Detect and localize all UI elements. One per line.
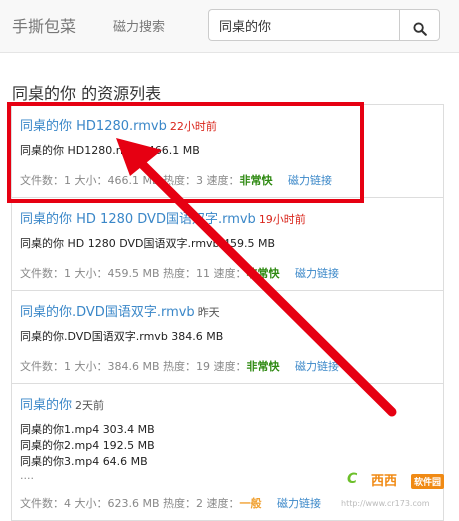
size-value: 384.6 MB: [107, 360, 160, 373]
search-input[interactable]: [208, 9, 399, 41]
speed-value: 非常快: [239, 174, 273, 187]
hotness-value: 19: [196, 360, 211, 373]
search-form: [208, 9, 440, 41]
result-time: 22小时前: [169, 120, 217, 133]
size-label: 大小：: [74, 360, 108, 373]
result-header: 同桌的你.DVD国语双字.rmvb 昨天: [20, 291, 435, 322]
result-header: 同桌的你 HD 1280 DVD国语双字.rmvb 19小时前: [20, 198, 435, 229]
result-time: 昨天: [197, 306, 220, 319]
result-time: 19小时前: [258, 213, 306, 226]
result-meta: 文件数：1 大小：466.1 MB 热度：3 速度：非常快 磁力链接: [20, 159, 435, 197]
file-count-label: 文件数：: [20, 360, 64, 373]
file-entry: 同桌的你 HD 1280 DVD国语双字.rmvb 459.5 MB: [20, 237, 276, 250]
hotness-value: 11: [196, 267, 211, 280]
size-label: 大小：: [74, 267, 108, 280]
size-value: 466.1 MB: [107, 174, 160, 187]
file-count-value: 1: [64, 267, 71, 280]
page-title: 同桌的你 的资源列表: [12, 84, 162, 103]
result-meta: 文件数：1 大小：459.5 MB 热度：11 速度：非常快 磁力链接: [20, 252, 435, 290]
file-count-value: 1: [64, 360, 71, 373]
speed-label: 速度：: [206, 174, 240, 187]
top-navbar: 手撕包菜 磁力搜索: [0, 0, 459, 53]
result-title-link[interactable]: 同桌的你 HD 1280 DVD国语双字.rmvb: [20, 212, 256, 227]
file-count-label: 文件数：: [20, 267, 64, 280]
size-value: 623.6 MB: [107, 497, 160, 510]
result-item-4: 同桌的你 2天前 同桌的你1.mp4 303.4 MB 同桌的你2.mp4 192.…: [11, 384, 444, 521]
result-item-3: 同桌的你.DVD国语双字.rmvb 昨天 同桌的你.DVD国语双字.rmvb 38…: [11, 291, 444, 384]
hotness-label: 热度：: [163, 267, 197, 280]
speed-value: 一般: [239, 497, 262, 510]
file-list: 同桌的你.DVD国语双字.rmvb 384.6 MB: [20, 329, 435, 345]
result-title-link[interactable]: 同桌的你.DVD国语双字.rmvb: [20, 305, 195, 320]
results-list: 同桌的你 HD1280.rmvb 22小时前 同桌的你 HD1280.rmvb 4…: [11, 104, 444, 521]
result-header: 同桌的你 HD1280.rmvb 22小时前: [20, 105, 435, 136]
file-list: 同桌的你 HD1280.rmvb 466.1 MB: [20, 143, 435, 159]
magnet-link[interactable]: 磁力链接: [277, 497, 321, 510]
result-item-2: 同桌的你 HD 1280 DVD国语双字.rmvb 19小时前 同桌的你 HD 1…: [11, 198, 444, 291]
file-entry: 同桌的你1.mp4 303.4 MB: [20, 423, 155, 436]
size-label: 大小：: [74, 497, 108, 510]
speed-label: 速度：: [213, 267, 247, 280]
result-item-1: 同桌的你 HD1280.rmvb 22小时前 同桌的你 HD1280.rmvb 4…: [11, 104, 444, 198]
hotness-label: 热度：: [163, 497, 197, 510]
file-count-label: 文件数：: [20, 497, 64, 510]
search-icon: [412, 22, 427, 36]
speed-value: 非常快: [246, 267, 280, 280]
hotness-value: 2: [196, 497, 204, 510]
file-count-value: 4: [64, 497, 71, 510]
magnet-link[interactable]: 磁力链接: [288, 174, 332, 187]
result-title-link[interactable]: 同桌的你 HD1280.rmvb: [20, 119, 167, 134]
hotness-label: 热度：: [163, 360, 197, 373]
nav-link-magnet-search[interactable]: 磁力搜索: [113, 16, 165, 35]
speed-label: 速度：: [206, 497, 240, 510]
result-time: 2天前: [75, 399, 105, 412]
hotness-value: 3: [196, 174, 204, 187]
file-list: 同桌的你1.mp4 303.4 MB 同桌的你2.mp4 192.5 MB 同桌的你…: [20, 422, 435, 482]
file-count-label: 文件数：: [20, 174, 64, 187]
file-entry: 同桌的你3.mp4 64.6 MB: [20, 455, 148, 468]
speed-value: 非常快: [246, 360, 280, 373]
brand-logo-text[interactable]: 手撕包菜: [12, 13, 76, 37]
magnet-link[interactable]: 磁力链接: [295, 267, 339, 280]
result-meta: 文件数：1 大小：384.6 MB 热度：19 速度：非常快 磁力链接: [20, 345, 435, 383]
file-entry: 同桌的你 HD1280.rmvb 466.1 MB: [20, 144, 200, 157]
file-entry: 同桌的你.DVD国语双字.rmvb 384.6 MB: [20, 330, 224, 343]
speed-label: 速度：: [213, 360, 247, 373]
file-count-value: 1: [64, 174, 71, 187]
magnet-link[interactable]: 磁力链接: [295, 360, 339, 373]
hotness-label: 热度：: [163, 174, 197, 187]
more-files-ellipsis: ....: [20, 469, 34, 482]
result-title-link[interactable]: 同桌的你: [20, 398, 72, 413]
result-meta: 文件数：4 大小：623.6 MB 热度：2 速度：一般 磁力链接: [20, 482, 435, 520]
file-list: 同桌的你 HD 1280 DVD国语双字.rmvb 459.5 MB: [20, 236, 435, 252]
search-button[interactable]: [399, 9, 440, 41]
file-entry: 同桌的你2.mp4 192.5 MB: [20, 439, 155, 452]
size-value: 459.5 MB: [107, 267, 160, 280]
result-header: 同桌的你 2天前: [20, 384, 435, 415]
size-label: 大小：: [74, 174, 108, 187]
